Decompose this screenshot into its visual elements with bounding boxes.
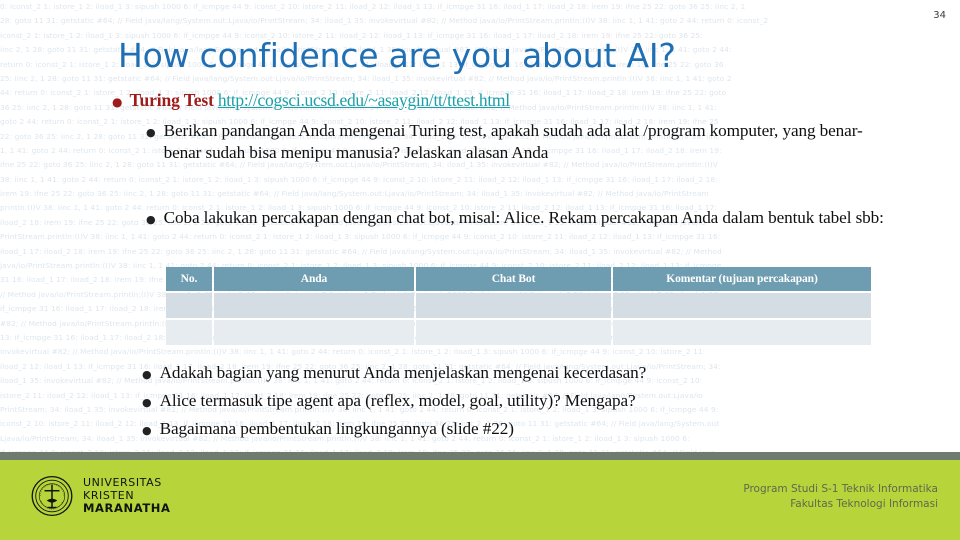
- table-row: [166, 293, 871, 318]
- table-cell: [166, 320, 212, 345]
- department-faculty: Fakultas Teknologi Informasi: [790, 498, 938, 510]
- turing-test-link[interactable]: http://cogsci.ucsd.edu/~asaygin/tt/ttest…: [218, 90, 510, 110]
- table-col-header-no: No.: [166, 267, 212, 291]
- bullet-dot-icon: ●: [146, 213, 156, 226]
- table-cell: [416, 293, 611, 318]
- bullet-lower-1-text: Alice termasuk tipe agent apa (reflex, m…: [159, 391, 636, 410]
- table-col-header-anda: Anda: [214, 267, 414, 291]
- bullet-lower-0-text: Adakah bagian yang menurut Anda menjelas…: [159, 363, 647, 382]
- maranatha-seal-icon: [31, 475, 73, 517]
- bullet-dot-icon: ●: [142, 396, 152, 409]
- bullet-turing-test-content: Turing Test http://cogsci.ucsd.edu/~asay…: [129, 90, 902, 111]
- turing-test-label: Turing Test: [129, 90, 214, 110]
- bullet-lower-1: ● Alice termasuk tipe agent apa (reflex,…: [142, 390, 902, 411]
- table-body: [166, 293, 871, 345]
- table-cell: [416, 320, 611, 345]
- table-cell: [613, 320, 871, 345]
- slide-content: ● Turing Test http://cogsci.ucsd.edu/~as…: [0, 0, 960, 460]
- bullet-dot-icon: ●: [142, 368, 152, 381]
- university-logo-block: UNIVERSITAS KRISTEN MARANATHA: [30, 474, 171, 518]
- table-cell: [214, 320, 414, 345]
- bullet-level2-0: ● Berikan pandangan Anda mengenai Turing…: [146, 120, 886, 164]
- bullet-level2-1: ● Coba lakukan percakapan dengan chat bo…: [146, 207, 886, 229]
- slide-canvas: 0: iconst_2 1: istore_1 2: iload_1 3: si…: [0, 0, 960, 540]
- bullet-lower-2-text: Bagaimana pembentukan lingkungannya (sli…: [159, 419, 514, 438]
- table-col-header-chat-bot: Chat Bot: [416, 267, 611, 291]
- table-cell: [613, 293, 871, 318]
- bullet-level2-0-text: Berikan pandangan Anda mengenai Turing t…: [163, 121, 863, 162]
- bullet-lower-0: ● Adakah bagian yang menurut Anda menjel…: [142, 362, 902, 383]
- table-header-row: No. Anda Chat Bot Komentar (tujuan perca…: [166, 267, 871, 291]
- university-name: UNIVERSITAS KRISTEN MARANATHA: [83, 477, 171, 515]
- bullet-dot-icon: ●: [146, 126, 156, 139]
- department-info: Program Studi S-1 Teknik Informatika Fak…: [743, 482, 938, 512]
- university-name-line1: UNIVERSITAS: [83, 476, 162, 490]
- table-cell: [166, 293, 212, 318]
- page-number: 34: [933, 10, 946, 21]
- bullet-level2-1-text: Coba lakukan percakapan dengan chat bot,…: [163, 208, 884, 227]
- bullet-dot-icon: ●: [112, 95, 123, 109]
- bullet-dot-icon: ●: [142, 424, 152, 437]
- slide-footer: UNIVERSITAS KRISTEN MARANATHA Program St…: [0, 460, 960, 540]
- department-program: Program Studi S-1 Teknik Informatika: [743, 483, 938, 495]
- table-col-header-komentar: Komentar (tujuan percakapan): [613, 267, 871, 291]
- bullet-lower-2: ● Bagaimana pembentukan lingkungannya (s…: [142, 418, 902, 439]
- table-head: No. Anda Chat Bot Komentar (tujuan perca…: [166, 267, 871, 291]
- university-name-line3: MARANATHA: [83, 501, 171, 516]
- bullet-turing-test: ● Turing Test http://cogsci.ucsd.edu/~as…: [112, 90, 902, 111]
- table-cell: [214, 293, 414, 318]
- table-row: [166, 320, 871, 345]
- footer-divider-bar: [0, 452, 960, 460]
- conversation-table: No. Anda Chat Bot Komentar (tujuan perca…: [164, 265, 873, 347]
